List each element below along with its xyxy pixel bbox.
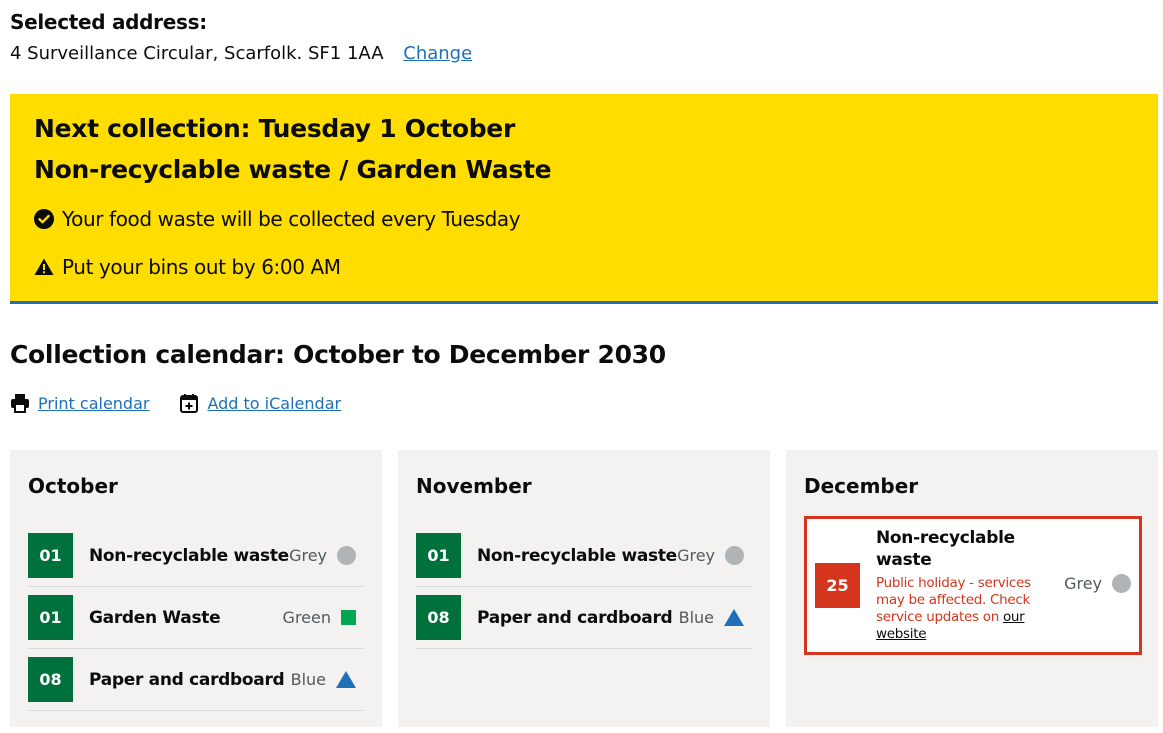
month-card-november: November 01 Non-recyclable waste Grey 08… [398,450,770,727]
collection-row: 01 Garden Waste Green [28,587,364,649]
printer-icon [11,394,29,413]
address-text: 4 Surveillance Circular, Scarfolk. SF1 1… [10,43,384,64]
bin-indicator: Grey [1064,574,1131,593]
food-waste-notice: Your food waste will be collected every … [34,207,521,231]
holiday-collection-row: 25 Non-recyclable waste Public holiday -… [804,516,1142,655]
collection-row: 01 Non-recyclable waste Grey [416,525,752,587]
add-icalendar-action[interactable]: Add to iCalendar [179,393,341,413]
collection-row: 01 Non-recyclable waste Grey [28,525,364,587]
calendar-actions: Print calendar Add to iCalendar [10,393,371,413]
bins-out-notice: Put your bins out by 6:00 AM [34,255,341,279]
calendar-add-icon [180,394,199,413]
waste-type: Non-recyclable waste [89,545,289,566]
waste-type: Paper and cardboard [89,669,285,690]
waste-type: Non-recyclable waste [876,528,1015,570]
bin-colour-label: Green [282,608,331,627]
collection-list: 01 Non-recyclable waste Grey 08 Paper an… [416,525,752,649]
bin-indicator: Grey [677,546,744,565]
month-heading: October [28,474,118,498]
holiday-warning: Public holiday - services may be affecte… [876,575,1038,643]
bin-indicator: Blue [679,608,744,627]
food-waste-text: Your food waste will be collected every … [62,207,521,231]
collection-row: 08 Paper and cardboard Blue [416,587,752,649]
change-address-link[interactable]: Change [403,43,472,64]
bin-colour-label: Blue [290,670,326,689]
selected-address: 4 Surveillance Circular, Scarfolk. SF1 1… [10,43,472,64]
collection-list: 01 Non-recyclable waste Grey 01 Garden W… [28,525,364,711]
add-icalendar-link[interactable]: Add to iCalendar [207,394,341,413]
bin-indicator: Blue [291,670,356,689]
day-badge: 08 [416,595,461,640]
green-square-icon [341,610,356,625]
day-badge: 01 [416,533,461,578]
bin-indicator: Grey [289,546,356,565]
grey-circle-icon [337,546,356,565]
check-circle-icon [34,209,54,229]
day-badge: 01 [28,533,73,578]
page: Selected address: 4 Surveillance Circula… [0,0,1163,733]
waste-type: Garden Waste [89,607,221,628]
blue-triangle-icon [724,609,744,626]
next-collection-heading: Next collection: Tuesday 1 October [34,114,515,143]
bin-colour-label: Grey [1064,574,1102,593]
bin-indicator: Green [283,608,356,627]
month-card-october: October 01 Non-recyclable waste Grey 01 … [10,450,382,727]
day-badge: 01 [28,595,73,640]
collection-row: 08 Paper and cardboard Blue [28,649,364,711]
waste-type: Non-recyclable waste [477,545,677,566]
month-card-december: December 25 Non-recyclable waste Public … [786,450,1158,727]
warning-icon [34,258,54,275]
waste-type: Paper and cardboard [477,607,673,628]
blue-triangle-icon [336,671,356,688]
selected-address-label: Selected address: [10,10,207,34]
next-collection-banner: Next collection: Tuesday 1 October Non-r… [10,94,1158,304]
grey-circle-icon [725,546,744,565]
day-badge: 25 [815,563,860,608]
print-calendar-link[interactable]: Print calendar [38,394,149,413]
next-collection-types: Non-recyclable waste / Garden Waste [34,155,552,184]
bin-colour-label: Grey [289,546,327,565]
bin-colour-label: Blue [678,608,714,627]
print-calendar-action[interactable]: Print calendar [10,393,149,413]
day-badge: 08 [28,657,73,702]
grey-circle-icon [1112,574,1131,593]
calendar-title: Collection calendar: October to December… [10,340,666,369]
bin-colour-label: Grey [677,546,715,565]
month-heading: December [804,474,919,498]
bins-out-text: Put your bins out by 6:00 AM [62,255,341,279]
month-heading: November [416,474,532,498]
